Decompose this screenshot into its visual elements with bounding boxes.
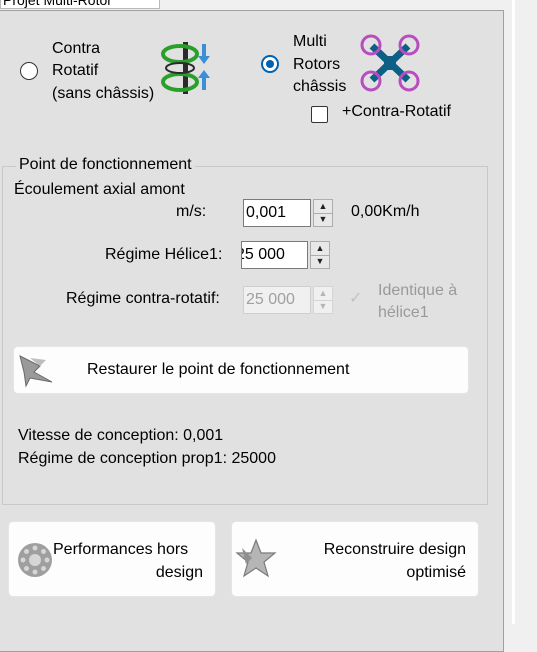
tab-multi-rotor-project[interactable]: Projet Multi-Rotor [0,0,160,9]
gear-icon [18,543,52,577]
spin-down-icon[interactable]: ▼ [311,255,329,268]
axial-flow-kmh: 0,00Km/h [351,203,420,220]
prop1-rpm-spinner[interactable]: ▲ ▼ [310,241,330,269]
multi-label-line1: Multi [293,33,327,50]
contra-rotor-icon [161,42,210,94]
contra-rpm-input[interactable]: 25 000 [243,286,311,314]
multi-label-line3: châssis [293,78,347,95]
axial-flow-spinner[interactable]: ▲ ▼ [313,199,333,227]
window-margin [515,0,537,624]
design-rpm-text: Régime de conception prop1: 25000 [18,450,276,467]
identical-label-line1: Identique à [378,282,458,299]
restore-operating-point-button[interactable]: Restaurer le point de fonctionnement [13,346,469,394]
identical-checkbox-check-icon[interactable]: ✓ [349,288,362,308]
off-design-label-line1: Performances hors [53,541,189,558]
prop1-rpm-value: 25 000 [242,246,285,263]
rebuild-optimized-design-button[interactable]: Reconstruire design optimisé [231,521,479,597]
prop1-rpm-label: Régime Hélice1: [105,246,223,263]
axial-flow-unit-label: m/s: [176,203,207,220]
contra-label-line3: (sans châssis) [52,85,155,102]
multi-label-line2: Rotors [293,56,341,73]
quadcopter-icon [360,34,420,92]
rebuild-star-icon [235,538,277,578]
spin-down-icon[interactable]: ▼ [314,213,332,226]
contra-rotatif-radio[interactable] [20,62,38,80]
prop1-rpm-input[interactable]: 25 000 [241,241,308,269]
spin-up-icon[interactable]: ▲ [311,242,329,256]
spin-up-icon[interactable]: ▲ [314,287,332,301]
rebuild-label-line2: optimisé [406,564,466,581]
axial-flow-input[interactable]: 0,001 [243,199,311,227]
contra-rpm-label: Régime contra-rotatif: [66,290,220,307]
contra-label-line1: Contra [52,40,101,57]
contra-rotatif-checkbox-label: +Contra-Rotatif [342,103,451,120]
restore-button-label: Restaurer le point de fonctionnement [87,361,350,378]
design-speed-text: Vitesse de conception: 0,001 [18,427,224,444]
restore-propeller-icon [19,355,53,388]
axial-flow-value: 0,001 [246,204,287,221]
off-design-performance-button[interactable]: Performances hors design [8,521,216,597]
multi-rotors-radio[interactable] [261,55,279,73]
spin-down-icon[interactable]: ▼ [314,300,332,313]
contra-rpm-value: 25 000 [246,291,295,308]
spin-up-icon[interactable]: ▲ [314,200,332,214]
contra-rotatif-checkbox[interactable] [311,106,328,123]
off-design-label-line2: design [155,564,203,581]
contra-rpm-spinner[interactable]: ▲ ▼ [313,286,333,314]
tab-label: Projet Multi-Rotor [3,0,112,8]
contra-label-line2: Rotatif [52,62,99,79]
rebuild-label-line1: Reconstruire design [323,541,466,558]
operating-point-title: Point de fonctionnement [16,156,195,174]
axial-flow-label: Écoulement axial amont [14,181,185,198]
identical-label-line2: hélice1 [378,304,429,321]
